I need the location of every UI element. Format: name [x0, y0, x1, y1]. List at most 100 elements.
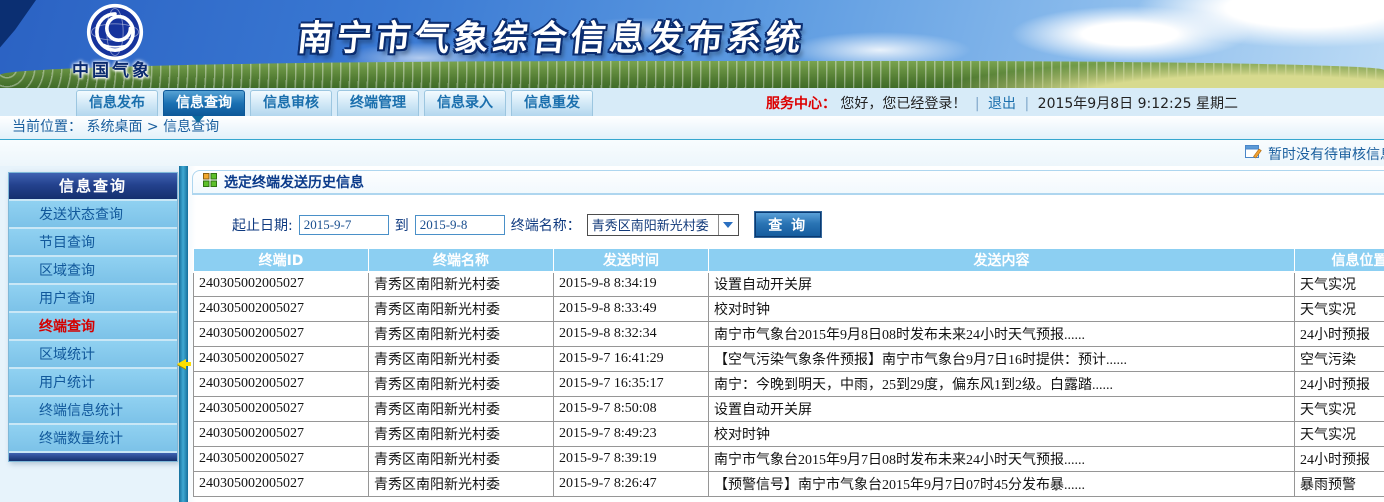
table-row: 240305002005027青秀区南阳新光村委2015-9-7 8:26:47… [194, 472, 1384, 497]
session-info: 服务中心： 您好，您已经登录！ | 退出 | 2015年9月8日 9:12:25… [766, 93, 1238, 113]
table-row: 240305002005027青秀区南阳新光村委2015-9-8 8:34:19… [194, 272, 1384, 297]
separator: | [975, 96, 980, 112]
datetime-display: 2015年9月8日 9:12:25 星期二 [1038, 96, 1238, 112]
review-notice[interactable]: 暂时没有待审核信息 [1245, 144, 1384, 164]
logo-caption: 中国气象 [72, 56, 152, 81]
sidebar-item-终端查询[interactable]: 终端查询 [9, 311, 177, 339]
cell-send-time: 2015-9-8 8:32:34 [554, 322, 709, 347]
logout-link[interactable]: 退出 [988, 96, 1016, 112]
column-header-2: 终端名称 [369, 249, 554, 272]
cell-send-time: 2015-9-7 16:41:29 [554, 347, 709, 372]
query-button[interactable]: 查 询 [755, 212, 821, 237]
cell-terminal-id: 240305002005027 [194, 422, 369, 447]
cell-info-type: 24小时预报 [1295, 447, 1384, 472]
cell-send-time: 2015-9-7 8:26:47 [554, 472, 709, 497]
cell-send-content: 【预警信号】南宁市气象台2015年9月7日07时45分发布暴...... [709, 472, 1295, 497]
tab-终端管理[interactable]: 终端管理 [337, 90, 419, 116]
grass-field-image [0, 61, 1384, 88]
sidebar-item-节目查询[interactable]: 节目查询 [9, 227, 177, 255]
grid-icon [203, 173, 217, 191]
corner-decoration [0, 0, 36, 66]
main-nav-bar: 信息发布信息查询信息审核终端管理信息录入信息重发 服务中心： 您好，您已经登录！… [0, 88, 1384, 116]
table-row: 240305002005027青秀区南阳新光村委2015-9-8 8:33:49… [194, 297, 1384, 322]
panel-title: 选定终端发送历史信息 [224, 172, 364, 192]
sidebar-item-区域查询[interactable]: 区域查询 [9, 255, 177, 283]
cell-send-content: 南宁市气象台2015年9月8日08时发布未来24小时天气预报...... [709, 322, 1295, 347]
sidebar-items: 发送状态查询节目查询区域查询用户查询终端查询区域统计用户统计终端信息统计终端数量… [9, 199, 177, 451]
tab-信息审核[interactable]: 信息审核 [250, 90, 332, 116]
cell-terminal-id: 240305002005027 [194, 272, 369, 297]
cell-terminal-name: 青秀区南阳新光村委 [369, 472, 554, 497]
sidebar: 信息查询 发送状态查询节目查询区域查询用户查询终端查询区域统计用户统计终端信息统… [8, 172, 178, 462]
cell-terminal-id: 240305002005027 [194, 447, 369, 472]
breadcrumb: 当前位置： 系统桌面 > 信息查询 [0, 116, 1384, 140]
sidebar-item-终端信息统计[interactable]: 终端信息统计 [9, 395, 177, 423]
cell-terminal-name: 青秀区南阳新光村委 [369, 397, 554, 422]
column-header-3: 发送时间 [554, 249, 709, 272]
service-center-label: 服务中心： [766, 96, 836, 112]
cell-terminal-name: 青秀区南阳新光村委 [369, 447, 554, 472]
review-notice-text: 暂时没有待审核信息 [1268, 144, 1384, 164]
main-panel: 选定终端发送历史信息 起止日期: 到 终端名称： 青秀区南阳新光村委 查 询 终… [190, 166, 1384, 502]
table-row: 240305002005027青秀区南阳新光村委2015-9-7 8:50:08… [194, 397, 1384, 422]
cell-terminal-name: 青秀区南阳新光村委 [369, 297, 554, 322]
page: { "banner": { "logo_caption": "中国气象", "t… [0, 0, 1384, 502]
cell-info-type: 天气实况 [1295, 422, 1384, 447]
cell-send-time: 2015-9-7 16:35:17 [554, 372, 709, 397]
cell-send-content: 南宁市气象台2015年9月7日08时发布未来24小时天气预报...... [709, 447, 1295, 472]
table-row: 240305002005027青秀区南阳新光村委2015-9-8 8:32:34… [194, 322, 1384, 347]
cell-send-content: 【空气污染气象条件预报】南宁市气象台9月7日16时提供：预计...... [709, 347, 1295, 372]
cell-info-type: 24小时预报 [1295, 322, 1384, 347]
column-header-5: 信息位置 [1295, 249, 1384, 272]
cell-send-time: 2015-9-8 8:33:49 [554, 297, 709, 322]
sidebar-item-发送状态查询[interactable]: 发送状态查询 [9, 199, 177, 227]
cell-info-type: 空气污染 [1295, 347, 1384, 372]
terminal-select[interactable]: 青秀区南阳新光村委 [587, 214, 739, 236]
cell-terminal-name: 青秀区南阳新光村委 [369, 272, 554, 297]
content-area: 信息查询 发送状态查询节目查询区域查询用户查询终端查询区域统计用户统计终端信息统… [0, 166, 1384, 502]
tab-信息录入[interactable]: 信息录入 [424, 90, 506, 116]
cell-terminal-name: 青秀区南阳新光村委 [369, 322, 554, 347]
cell-terminal-id: 240305002005027 [194, 347, 369, 372]
column-header-1: 终端ID [194, 249, 369, 272]
cell-send-content: 校对时钟 [709, 422, 1295, 447]
notice-bar: 暂时没有待审核信息 [0, 140, 1384, 166]
page-title: 南宁市气象综合信息发布系统 [295, 10, 807, 61]
panel-splitter[interactable] [179, 166, 188, 502]
sidebar-item-区域统计[interactable]: 区域统计 [9, 339, 177, 367]
filter-bar: 起止日期: 到 终端名称： 青秀区南阳新光村委 查 询 [232, 212, 1384, 237]
breadcrumb-separator: > [147, 119, 159, 135]
column-header-4: 发送内容 [709, 249, 1295, 272]
cell-terminal-id: 240305002005027 [194, 372, 369, 397]
tab-信息重发[interactable]: 信息重发 [511, 90, 593, 116]
date-from-input[interactable] [299, 215, 389, 235]
login-greeting: 您好，您已经登录！ [840, 96, 966, 112]
tab-信息查询[interactable]: 信息查询 [163, 90, 245, 116]
history-table: 终端ID终端名称发送时间发送内容信息位置 240305002005027青秀区南… [193, 248, 1384, 497]
active-tab-pointer-icon [192, 116, 204, 123]
cell-terminal-id: 240305002005027 [194, 397, 369, 422]
select-dropdown-button[interactable] [718, 215, 738, 235]
collapse-sidebar-arrow-icon[interactable] [177, 359, 186, 369]
chevron-down-icon [723, 222, 733, 228]
sidebar-item-终端数量统计[interactable]: 终端数量统计 [9, 423, 177, 451]
breadcrumb-label: 当前位置： [12, 119, 82, 135]
note-pencil-icon [1245, 144, 1262, 164]
cell-send-content: 设置自动开关屏 [709, 397, 1295, 422]
cell-terminal-name: 青秀区南阳新光村委 [369, 347, 554, 372]
cell-send-content: 南宁：今晚到明天，中雨，25到29度，偏东风1到2级。白露踏...... [709, 372, 1295, 397]
sidebar-item-用户统计[interactable]: 用户统计 [9, 367, 177, 395]
breadcrumb-home-link[interactable]: 系统桌面 [86, 119, 142, 135]
cell-send-content: 设置自动开关屏 [709, 272, 1295, 297]
cell-send-time: 2015-9-7 8:50:08 [554, 397, 709, 422]
cell-info-type: 天气实况 [1295, 272, 1384, 297]
to-label: 到 [395, 215, 409, 235]
date-to-input[interactable] [415, 215, 505, 235]
table-header-row: 终端ID终端名称发送时间发送内容信息位置 [194, 249, 1384, 272]
table-row: 240305002005027青秀区南阳新光村委2015-9-7 16:35:1… [194, 372, 1384, 397]
tab-信息发布[interactable]: 信息发布 [76, 90, 158, 116]
cell-terminal-name: 青秀区南阳新光村委 [369, 422, 554, 447]
cell-send-time: 2015-9-8 8:34:19 [554, 272, 709, 297]
sidebar-item-用户查询[interactable]: 用户查询 [9, 283, 177, 311]
cell-info-type: 天气实况 [1295, 397, 1384, 422]
